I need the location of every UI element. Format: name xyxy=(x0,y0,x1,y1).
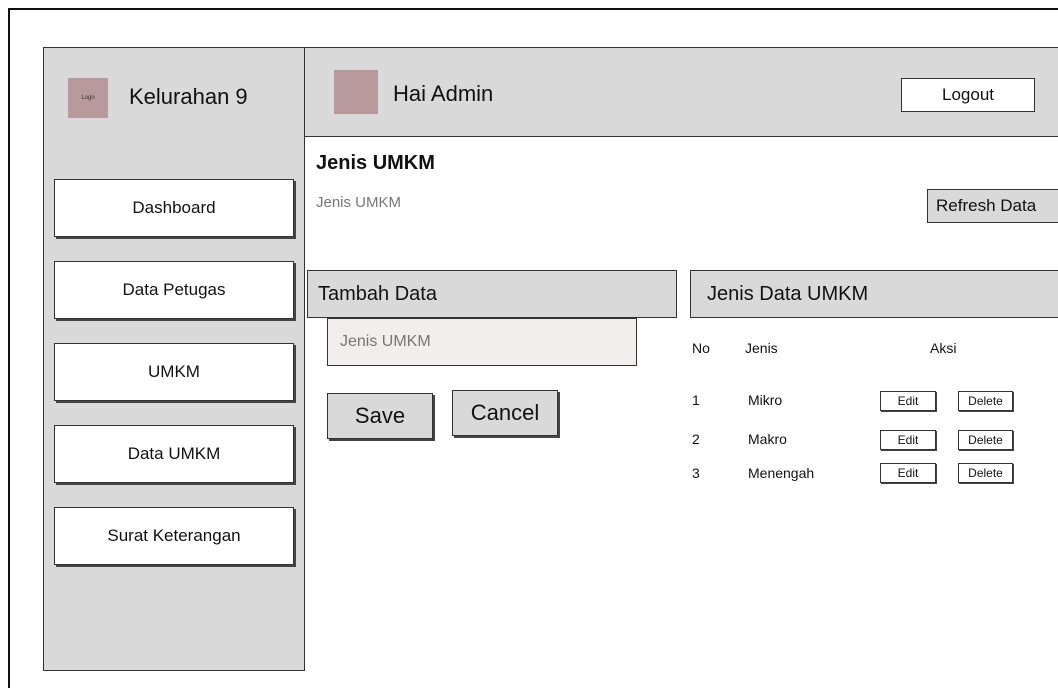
edit-button[interactable]: Edit xyxy=(880,430,936,450)
top-bar: Hai Admin Logout xyxy=(305,47,1058,137)
nav-data-umkm[interactable]: Data UMKM xyxy=(54,425,294,483)
row-jenis: Makro xyxy=(748,431,787,447)
column-header-no: No xyxy=(692,340,710,356)
nav-label: Dashboard xyxy=(132,198,216,217)
nav-label: Data Petugas xyxy=(122,280,226,299)
column-header-aksi: Aksi xyxy=(930,340,957,356)
logout-button[interactable]: Logout xyxy=(901,78,1035,112)
greeting: Hai Admin xyxy=(393,81,494,106)
edit-button[interactable]: Edit xyxy=(880,391,936,411)
nav-surat-keterangan[interactable]: Surat Keterangan xyxy=(54,507,294,565)
brand-name: Kelurahan 9 xyxy=(129,84,248,109)
logo-text: Logo xyxy=(81,95,95,101)
sidebar: Logo Kelurahan 9 Dashboard Data Petugas … xyxy=(43,47,305,671)
save-button[interactable]: Save xyxy=(327,393,433,439)
nav-dashboard[interactable]: Dashboard xyxy=(54,179,294,237)
nav-data-petugas[interactable]: Data Petugas xyxy=(54,261,294,319)
row-no: 3 xyxy=(692,465,700,481)
refresh-data-button[interactable]: Refresh Data xyxy=(927,189,1058,223)
avatar xyxy=(334,70,378,114)
delete-button[interactable]: Delete xyxy=(958,430,1013,450)
nav-umkm[interactable]: UMKM xyxy=(54,343,294,401)
row-no: 1 xyxy=(692,392,700,408)
form-heading: Tambah Data xyxy=(318,282,437,305)
jenis-umkm-input[interactable] xyxy=(327,318,637,366)
table-panel-heading: Jenis Data UMKM xyxy=(690,270,1058,318)
page-title: Jenis UMKM xyxy=(316,152,435,174)
row-jenis: Mikro xyxy=(748,392,783,408)
nav-label: Surat Keterangan xyxy=(107,526,241,545)
edit-button[interactable]: Edit xyxy=(880,463,936,483)
delete-button[interactable]: Delete xyxy=(958,463,1013,483)
table-heading: Jenis Data UMKM xyxy=(707,282,869,305)
nav-label: Data UMKM xyxy=(127,444,221,463)
breadcrumb[interactable]: Jenis UMKM xyxy=(316,194,401,211)
row-no: 2 xyxy=(692,431,700,447)
delete-button[interactable]: Delete xyxy=(958,391,1013,411)
row-jenis: Menengah xyxy=(748,465,815,481)
form-panel-heading: Tambah Data xyxy=(307,270,677,318)
cancel-button[interactable]: Cancel xyxy=(452,390,558,436)
nav-label: UMKM xyxy=(148,362,200,381)
logo: Logo xyxy=(68,78,108,118)
column-header-jenis: Jenis xyxy=(745,340,778,356)
